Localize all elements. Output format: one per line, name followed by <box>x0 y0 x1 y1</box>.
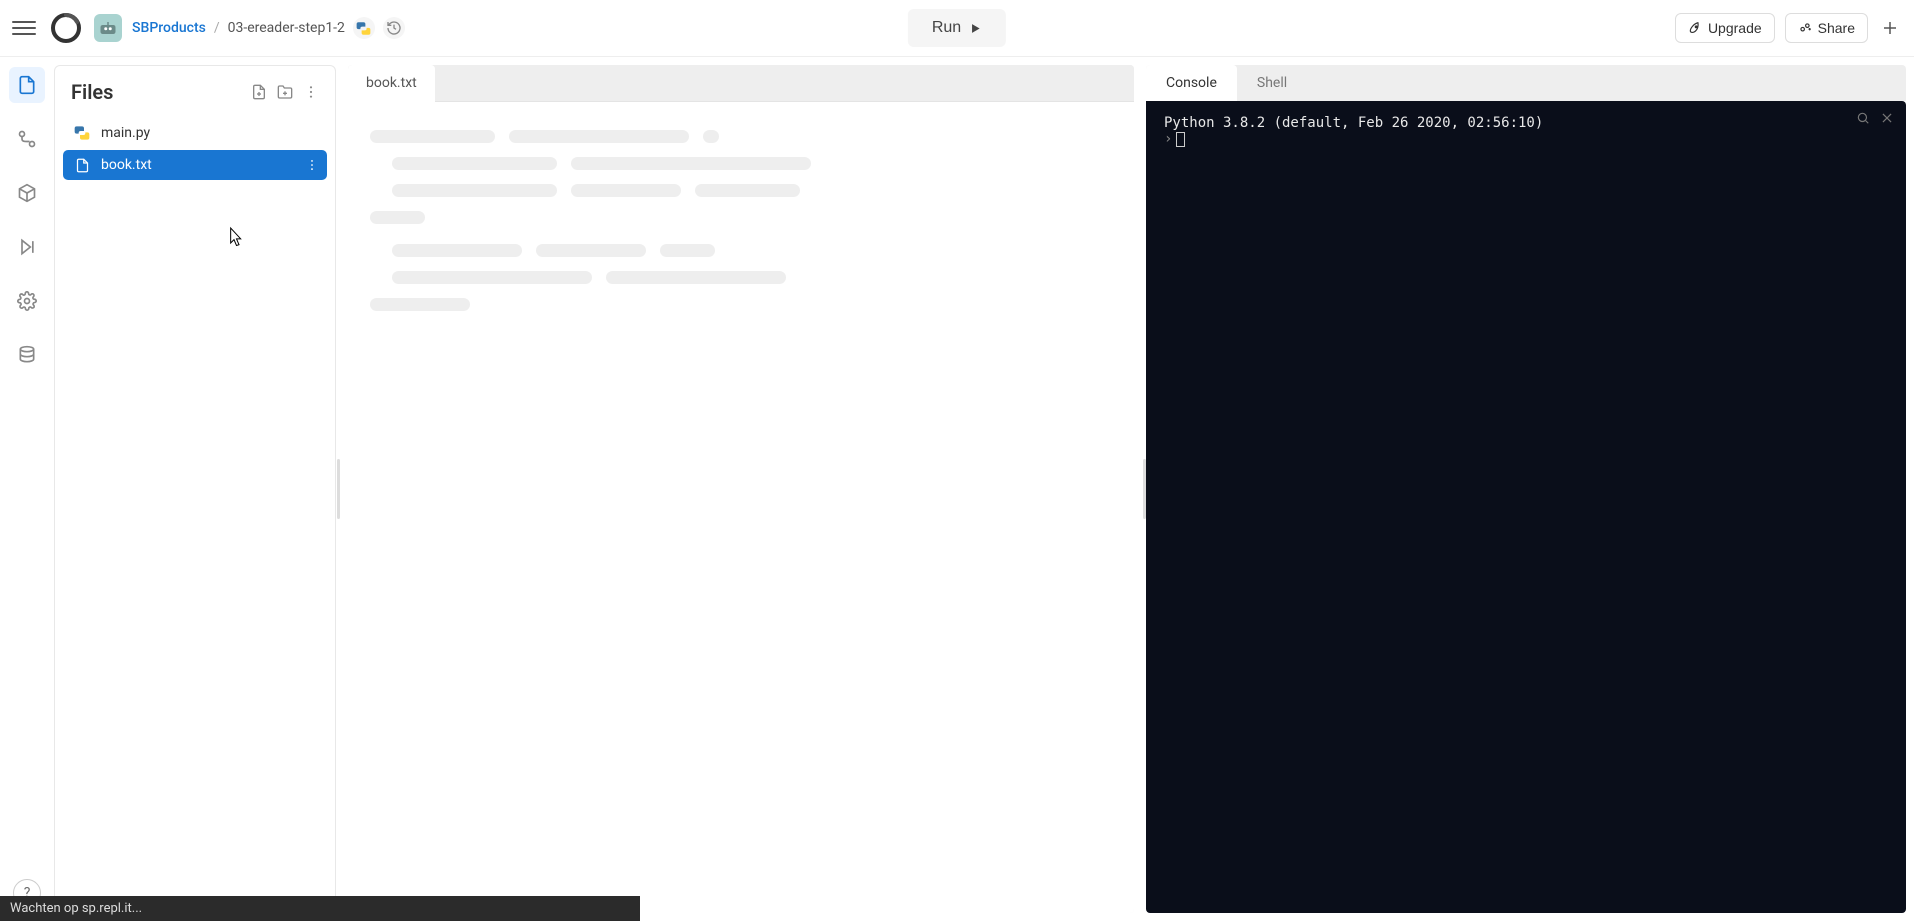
rail-settings-icon[interactable] <box>9 283 45 319</box>
python-file-icon <box>73 125 91 141</box>
share-button[interactable]: Share <box>1785 13 1868 43</box>
breadcrumb: SBProducts / 03-ereader-step1-2 <box>132 20 345 36</box>
add-button[interactable] <box>1878 16 1902 40</box>
rail-packages-icon[interactable] <box>9 175 45 211</box>
prompt-caret-icon: › <box>1164 131 1172 147</box>
rail-files-icon[interactable] <box>9 67 45 103</box>
header: SBProducts / 03-ereader-step1-2 Run Upgr… <box>0 0 1914 57</box>
files-panel: Files main.py book.txt <box>54 65 336 913</box>
upgrade-button[interactable]: Upgrade <box>1675 13 1775 43</box>
editor-tab-book-txt[interactable]: book.txt <box>348 65 435 102</box>
plus-icon <box>1881 19 1899 37</box>
share-label: Share <box>1818 20 1855 36</box>
menu-icon[interactable] <box>12 16 36 40</box>
side-rail: ? <box>0 57 54 921</box>
files-more-icon[interactable] <box>303 84 319 100</box>
new-file-icon[interactable] <box>251 84 267 100</box>
file-name: book.txt <box>101 157 152 173</box>
cursor-icon <box>1176 132 1185 147</box>
file-name: main.py <box>101 125 150 141</box>
console-line-1: Python 3.8.2 (default, Feb 26 2020, 02:5… <box>1164 115 1543 131</box>
text-file-icon <box>73 158 91 173</box>
rocket-icon <box>1688 21 1702 35</box>
history-icon[interactable] <box>383 17 405 39</box>
run-button[interactable]: Run <box>908 9 1006 47</box>
upgrade-label: Upgrade <box>1708 20 1762 36</box>
tab-bar-empty <box>435 65 1134 102</box>
tab-shell[interactable]: Shell <box>1237 65 1307 101</box>
console-tab-bar: Console Shell <box>1146 65 1906 101</box>
replit-logo-icon[interactable] <box>50 12 82 44</box>
splitter-left[interactable] <box>336 57 340 921</box>
files-title: Files <box>71 80 241 104</box>
rail-vcs-icon[interactable] <box>9 121 45 157</box>
console-close-icon[interactable] <box>1880 111 1894 125</box>
owner-link[interactable]: SBProducts <box>132 20 206 36</box>
project-name: 03-ereader-step1-2 <box>228 20 345 36</box>
editor-area: book.txt <box>348 65 1134 913</box>
file-more-icon[interactable] <box>305 158 319 172</box>
console-panel: Console Shell Python 3.8.2 (default, Feb… <box>1146 65 1906 913</box>
editor-body[interactable] <box>348 102 1134 913</box>
tab-console[interactable]: Console <box>1146 65 1237 101</box>
run-label: Run <box>932 19 961 37</box>
user-avatar-icon[interactable] <box>94 14 122 42</box>
file-list: main.py book.txt <box>55 114 335 186</box>
new-folder-icon[interactable] <box>277 84 293 100</box>
console-body[interactable]: Python 3.8.2 (default, Feb 26 2020, 02:5… <box>1146 101 1906 913</box>
file-item-main-py[interactable]: main.py <box>63 118 327 148</box>
console-search-icon[interactable] <box>1856 111 1870 125</box>
language-badge-icon[interactable] <box>353 17 375 39</box>
breadcrumb-separator: / <box>214 20 220 36</box>
rail-debugger-icon[interactable] <box>9 229 45 265</box>
play-icon <box>969 22 982 35</box>
main-area: ? Files main.py <box>0 57 1914 921</box>
share-icon <box>1798 21 1812 35</box>
file-item-book-txt[interactable]: book.txt <box>63 150 327 180</box>
status-bar: Wachten op sp.repl.it... <box>0 896 640 921</box>
editor-tab-bar: book.txt <box>348 65 1134 102</box>
rail-database-icon[interactable] <box>9 337 45 373</box>
